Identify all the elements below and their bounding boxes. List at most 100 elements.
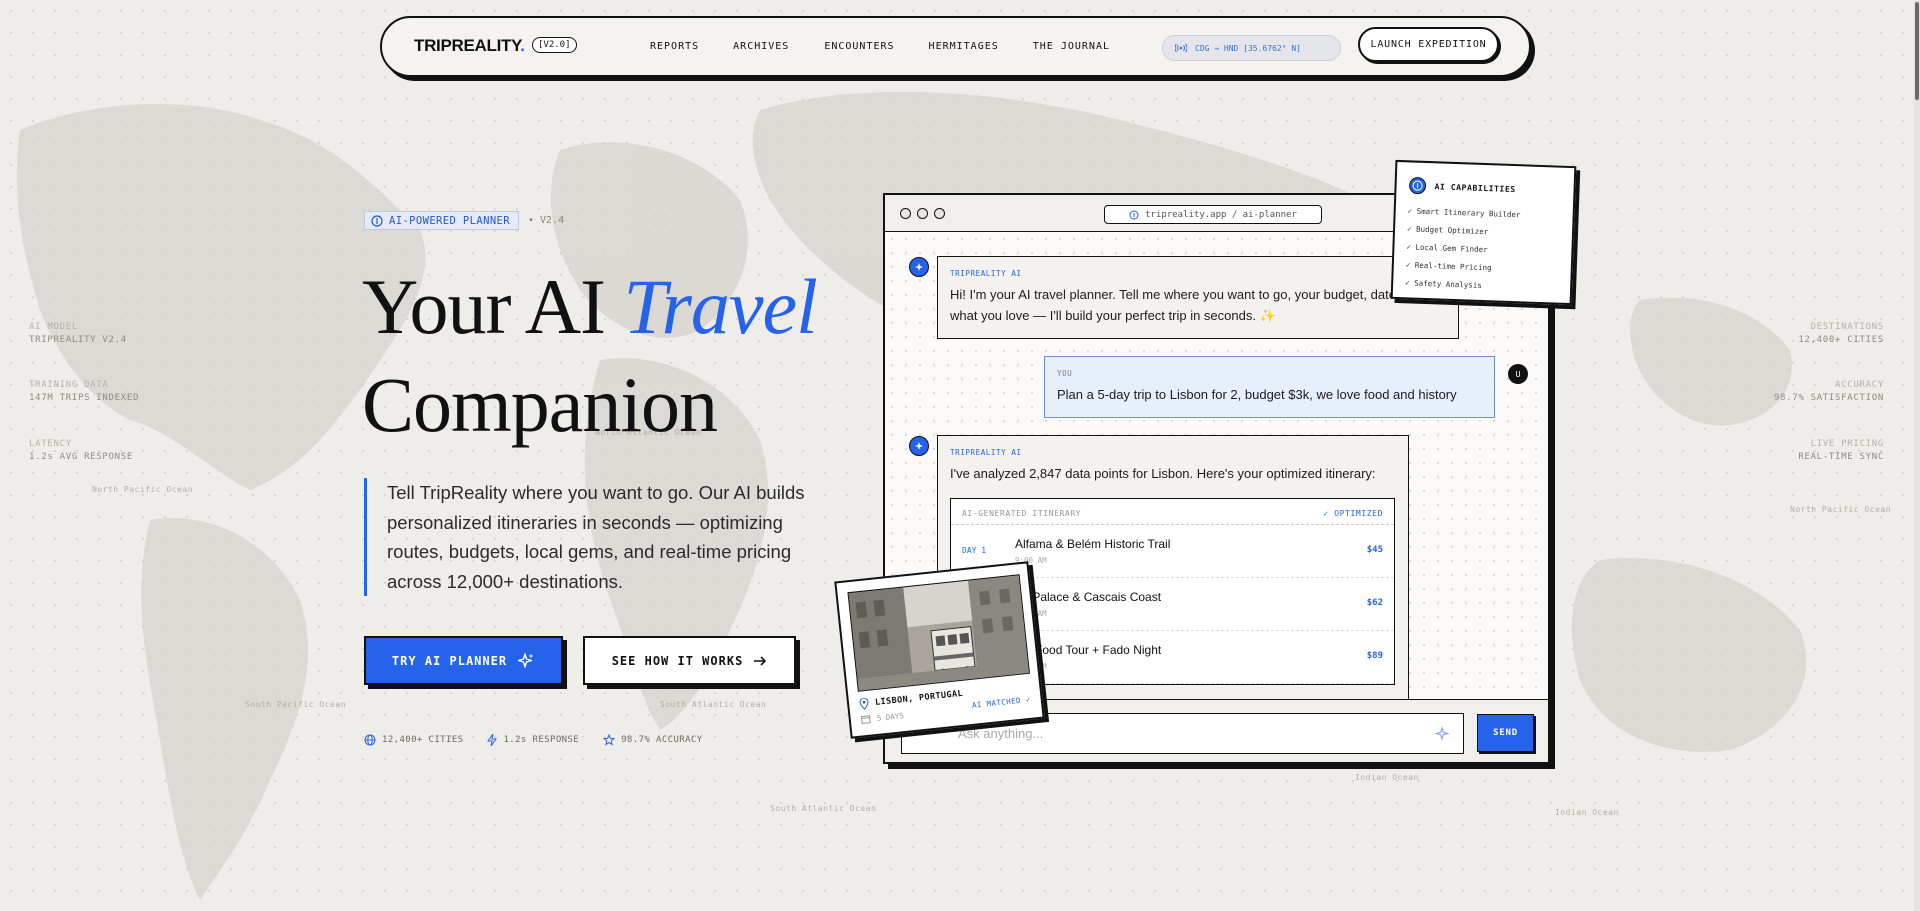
hero-stat-label: 12,400+ CITIES: [382, 735, 464, 745]
side-stat-latency: LATENCY 1.2s AVG RESPONSE: [29, 439, 133, 462]
hero-stats: 12,400+ CITIES 1.2s RESPONSE 98.7% ACCUR…: [364, 734, 727, 746]
message-text: Hi! I'm your AI travel planner. Tell me …: [950, 287, 1432, 323]
sparkle-icon: [1435, 726, 1450, 742]
itinerary-title: AI-GENERATED ITINERARY: [962, 509, 1082, 518]
map-label: North Pacific Ocean: [1790, 505, 1892, 514]
window-control-dot: [934, 208, 945, 219]
side-stat-value: REAL-TIME SYNC: [1798, 452, 1884, 462]
chat-input-placeholder: Ask anything...: [958, 726, 1044, 741]
itinerary-price: $89: [1366, 651, 1383, 661]
itinerary-status: ✓ OPTIMIZED: [1323, 509, 1383, 518]
side-stat-live-pricing: LIVE PRICING REAL-TIME SYNC: [1798, 439, 1884, 462]
side-stat-accuracy: ACCURACY 98.7% SATISFACTION: [1774, 380, 1884, 403]
signal-icon: [1175, 43, 1187, 53]
address-url: tripreality.app / ai-planner: [1145, 209, 1297, 220]
side-stat-destinations: DESTINATIONS 12,400+ CITIES: [1798, 322, 1884, 345]
route-coordinates-pill: CDG → HND [35.6762° N]: [1162, 35, 1341, 61]
hero-stat-cities: 12,400+ CITIES: [364, 734, 463, 746]
ai-capabilities-card: AI CAPABILITIES ✓ Smart Itinerary Builde…: [1390, 159, 1577, 306]
info-icon: [371, 214, 383, 227]
launch-expedition-button[interactable]: LAUNCH EXPEDITION: [1358, 27, 1499, 62]
route-coordinates-text: CDG → HND [35.6762° N]: [1195, 43, 1301, 53]
lisbon-polaroid-card: LISBON, PORTUGAL 5 DAYS AI MATCHED ✓: [834, 561, 1045, 739]
itinerary-price: $45: [1366, 545, 1383, 555]
nav-link-encounters[interactable]: ENCOUNTERS: [824, 41, 894, 52]
nav-links: REPORTS ARCHIVES ENCOUNTERS HERMITAGES T…: [650, 41, 1144, 52]
ai-powered-badge: AI-POWERED PLANNER: [364, 211, 519, 230]
window-control-dot: [900, 208, 911, 219]
side-stat-key: LATENCY: [29, 439, 72, 449]
send-button[interactable]: SEND: [1477, 714, 1534, 752]
chat-message-ai: TRIPREALITY AI Hi! I'm your AI travel pl…: [937, 256, 1459, 339]
tram-illustration: [848, 575, 1030, 692]
page-scrollbar[interactable]: [1914, 0, 1920, 911]
sparkle-icon: [914, 441, 923, 450]
window-control-dot: [917, 208, 928, 219]
nav-link-archives[interactable]: ARCHIVES: [733, 41, 789, 52]
map-label: South Atlantic Ocean: [770, 804, 877, 813]
hero-title-accent: Travel: [623, 263, 818, 350]
capability-label: Local Gem Finder: [1415, 242, 1488, 255]
ai-avatar: [909, 436, 929, 456]
itinerary-activity: Alfama & Belém Historic Trail: [1015, 537, 1171, 551]
message-sender: YOU: [1057, 369, 1073, 378]
brand-name: TRIPREALITY: [414, 36, 521, 55]
star-icon: [603, 734, 616, 746]
map-label: Indian Ocean: [1355, 773, 1419, 782]
chat-message-user: YOU Plan a 5-day trip to Lisbon for 2, b…: [1044, 356, 1495, 418]
capability-label: Safety Analysis: [1414, 278, 1483, 290]
side-stat-training-data: TRAINING DATA 147M TRIPS INDEXED: [29, 380, 139, 403]
nav-link-reports[interactable]: REPORTS: [650, 41, 699, 52]
sparkle-icon: [517, 652, 534, 668]
side-stat-value: 98.7% SATISFACTION: [1773, 393, 1884, 403]
try-ai-planner-button[interactable]: TRY AI PLANNER: [364, 636, 563, 685]
hero-stat-label: 98.7% ACCURACY: [621, 735, 703, 745]
hero-stat-accuracy: 98.7% ACCURACY: [603, 734, 702, 746]
nav-link-hermitages[interactable]: HERMITAGES: [929, 41, 999, 52]
map-label: Indian Ocean: [1555, 808, 1619, 817]
calendar-icon: [860, 715, 871, 725]
hero-title-line1: Your AI: [362, 263, 624, 350]
capability-label: Real-time Pricing: [1414, 260, 1492, 273]
message-sender: TRIPREALITY AI: [950, 448, 1022, 457]
side-stat-ai-model: AI MODEL TRIPREALITY V2.4: [29, 322, 127, 345]
top-navbar: TRIPREALITY. [V2.0] REPORTS ARCHIVES ENC…: [380, 16, 1531, 77]
see-how-it-works-label: SEE HOW IT WORKS: [611, 653, 744, 668]
hero-title-line2: Companion: [362, 361, 718, 448]
try-ai-planner-label: TRY AI PLANNER: [391, 653, 508, 668]
map-label: South Pacific Ocean: [245, 700, 347, 709]
hero-description: Tell TripReality where you want to go. O…: [364, 478, 824, 596]
side-stat-key: LIVE PRICING: [1810, 439, 1884, 449]
brand-logo[interactable]: TRIPREALITY.: [414, 36, 525, 56]
see-how-it-works-button[interactable]: SEE HOW IT WORKS: [583, 636, 796, 685]
hero-title: Your AI Travel Companion: [362, 258, 818, 454]
info-icon: [1409, 177, 1427, 195]
side-stat-key: TRAINING DATA: [29, 380, 109, 390]
map-pin-icon: [859, 697, 869, 710]
itinerary-day: DAY 1: [962, 546, 987, 555]
ai-avatar: [909, 257, 929, 277]
hero-stat-response: 1.2s RESPONSE: [487, 734, 579, 746]
scrollbar-thumb[interactable]: [1915, 2, 1919, 100]
lightning-icon: [487, 734, 498, 746]
sparkle-icon: [914, 262, 923, 271]
globe-icon: [364, 734, 376, 746]
address-bar[interactable]: tripreality.app / ai-planner: [1104, 205, 1322, 224]
polaroid-days-label: 5 DAYS: [876, 710, 905, 723]
brand-dot: .: [520, 36, 525, 55]
map-label: North Pacific Ocean: [92, 485, 194, 494]
itinerary-activity: tra Palace & Cascais Coast: [1015, 590, 1162, 604]
user-avatar: U: [1508, 364, 1528, 384]
hero-stat-label: 1.2s RESPONSE: [503, 735, 580, 745]
itinerary-header: AI-GENERATED ITINERARY ✓ OPTIMIZED: [951, 499, 1394, 525]
lisbon-tram-photo: [847, 574, 1030, 692]
itinerary-price: $62: [1366, 598, 1383, 608]
capability-label: Smart Itinerary Builder: [1416, 206, 1521, 220]
capabilities-header: AI CAPABILITIES: [1408, 176, 1562, 199]
capability-label: Budget Optimizer: [1415, 224, 1489, 237]
side-stat-value: 147M TRIPS INDEXED: [29, 393, 140, 403]
badge-version: • V2.4: [528, 215, 565, 226]
side-stat-value: 1.2s AVG RESPONSE: [29, 452, 134, 462]
side-stat-value: 12,400+ CITIES: [1798, 335, 1884, 345]
nav-link-the-journal[interactable]: THE JOURNAL: [1033, 41, 1110, 52]
